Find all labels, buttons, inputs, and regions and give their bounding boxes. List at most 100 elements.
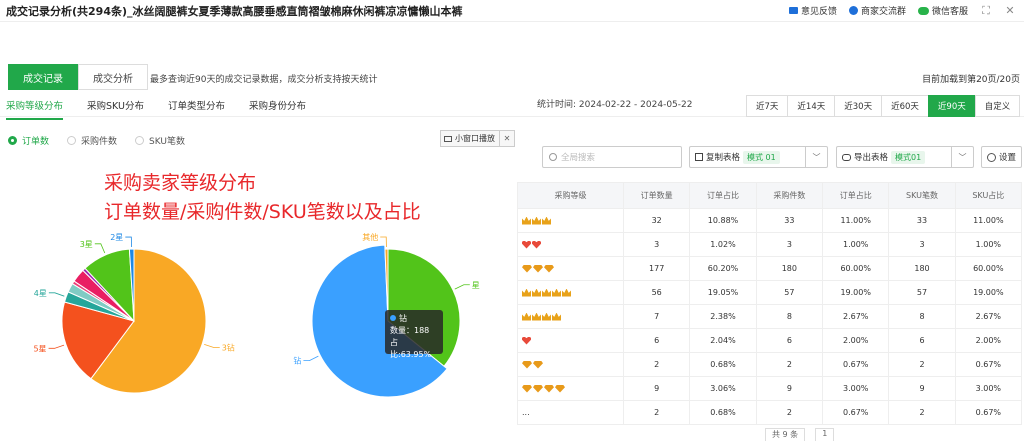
table-cell: 2.00%: [822, 328, 890, 353]
range-14-days[interactable]: 近14天: [787, 95, 836, 117]
table-row[interactable]: 7 2.38% 8 2.67% 8 2.67%: [517, 304, 1023, 329]
header-sku-count[interactable]: SKU笔数: [888, 182, 956, 209]
wechat-service-link[interactable]: 微信客服: [917, 4, 968, 17]
header-level[interactable]: 采购等级: [517, 182, 624, 209]
diamond-icon: [522, 264, 532, 273]
table-cell: 0.67%: [954, 400, 1023, 425]
table-cell: 180: [755, 256, 824, 281]
heart-icon: [532, 240, 541, 249]
table-cell: 0.67%: [954, 352, 1023, 377]
settings-label: 设置: [999, 153, 1017, 163]
fullscreen-icon[interactable]: ⛶: [980, 4, 992, 17]
table-cell: 2: [622, 352, 691, 377]
table-row[interactable]: 9 3.06% 9 3.00% 9 3.00%: [517, 376, 1023, 401]
table-cell: 2.67%: [822, 304, 890, 329]
level-cell: [517, 208, 624, 233]
title-bar: 成交记录分析(共294条)_冰丝阔腿裤女夏季薄款高腰垂感直筒褶皱棉麻休闲裤凉凉慵…: [0, 0, 1024, 22]
table-row[interactable]: 6 2.04% 6 2.00% 6 2.00%: [517, 328, 1023, 353]
chevron-down-icon[interactable]: ﹀: [951, 147, 973, 167]
table-cell: 1.00%: [954, 232, 1023, 257]
table-cell: 33: [888, 208, 956, 233]
level-cell: [517, 280, 624, 305]
table-cell: 19.00%: [822, 280, 890, 305]
table-cell: 19.05%: [689, 280, 757, 305]
table-cell: 19.00%: [954, 280, 1023, 305]
tab-transaction-records[interactable]: 成交记录: [8, 64, 78, 90]
table-row[interactable]: ... 2 0.68% 2 0.67% 2 0.67%: [517, 400, 1023, 425]
search-placeholder: 全局搜索: [561, 153, 596, 163]
export-table-button[interactable]: 导出表格 模式01: [837, 147, 930, 167]
crown-icon: [542, 216, 551, 225]
table-cell: 2.00%: [954, 328, 1023, 353]
settings-button[interactable]: 设置: [981, 146, 1022, 168]
table-cell: 11.00%: [954, 208, 1023, 233]
global-search-input[interactable]: 全局搜索: [542, 146, 682, 168]
table-cell: 2: [622, 400, 691, 425]
pie-label: 星: [472, 281, 480, 290]
crown-icon: [562, 288, 571, 297]
radio-sku-count[interactable]: SKU笔数: [135, 134, 185, 147]
export-mode-badge: 模式01: [891, 150, 926, 164]
radio-order-count[interactable]: 订单数: [8, 134, 49, 147]
pie-label-line: [48, 292, 65, 297]
table-cell: 8: [755, 304, 824, 329]
table-cell: 60.20%: [689, 256, 757, 281]
copy-table-button[interactable]: 复制表格 模式 01: [690, 147, 785, 167]
diamond-icon: [522, 384, 532, 393]
mini-window-button[interactable]: 小窗口播放: [441, 131, 500, 146]
table-row[interactable]: 3 1.02% 3 1.00% 3 1.00%: [517, 232, 1023, 257]
pager-page[interactable]: 1: [815, 428, 835, 441]
tab-transaction-analysis[interactable]: 成交分析: [78, 64, 148, 90]
table-cell: 2: [755, 352, 824, 377]
pie-label: 其他: [362, 232, 378, 242]
group-icon: [848, 6, 858, 15]
pie-label-line: [204, 343, 220, 348]
table-cell: 2.67%: [954, 304, 1023, 329]
pie-label-line: [303, 355, 319, 362]
settings-button-inner: 设置: [982, 147, 1021, 167]
tooltip-ratio: 占比:63.95%: [390, 338, 432, 359]
range-60-days[interactable]: 近60天: [881, 95, 929, 117]
table-row[interactable]: 177 60.20% 180 60.00% 180 60.00%: [517, 256, 1023, 281]
header-sku-ratio[interactable]: SKU占比: [954, 182, 1023, 209]
table-cell: 0.68%: [689, 400, 757, 425]
headline-line1: 采购卖家等级分布: [104, 172, 257, 194]
table-row[interactable]: 56 19.05% 57 19.00% 57 19.00%: [517, 280, 1023, 305]
copy-icon: [695, 153, 703, 161]
table-row[interactable]: 32 10.88% 33 11.00% 33 11.00%: [517, 208, 1023, 233]
header-order-ratio[interactable]: 订单占比: [689, 182, 757, 209]
feedback-link[interactable]: 意见反馈: [788, 4, 837, 17]
level-cell: [517, 328, 624, 353]
chevron-down-icon[interactable]: ﹀: [805, 147, 827, 167]
close-icon[interactable]: ✕: [1004, 4, 1016, 17]
date-range-selector: 近7天 近14天 近30天 近60天 近90天 自定义: [746, 95, 1021, 117]
crown-icon: [532, 312, 541, 321]
header-qty-ratio[interactable]: 订单占比: [822, 182, 890, 209]
header-purchase-qty[interactable]: 采购件数: [755, 182, 824, 209]
crown-icon: [542, 312, 551, 321]
headline-line2: 订单数量/采购件数/SKU笔数以及占比: [104, 201, 421, 223]
stat-time: 统计时间: 2024-02-22 - 2024-05-22: [537, 100, 693, 110]
table-cell: 3.06%: [689, 376, 757, 401]
merchant-group-link[interactable]: 商家交流群: [848, 4, 906, 17]
wechat-icon: [917, 6, 929, 15]
pie-label-line: [94, 243, 106, 254]
table-cell: 6: [622, 328, 691, 353]
level-cell: [517, 232, 624, 257]
copy-table-label: 复制表格: [706, 153, 741, 163]
cloud-download-icon: [842, 153, 851, 161]
heart-icon: [522, 336, 531, 345]
diamond-icon: [533, 384, 543, 393]
radio-purchase-quantity[interactable]: 采购件数: [67, 134, 117, 147]
close-mini-window-icon[interactable]: ✕: [500, 134, 514, 143]
pie-label-line: [48, 344, 65, 349]
range-90-days[interactable]: 近90天: [927, 95, 976, 117]
table-row[interactable]: 2 0.68% 2 0.67% 2 0.67%: [517, 352, 1023, 377]
diamond-icon: [522, 360, 532, 369]
range-30-days[interactable]: 近30天: [834, 95, 883, 117]
range-custom[interactable]: 自定义: [974, 95, 1021, 117]
range-7-days[interactable]: 近7天: [746, 95, 789, 117]
crown-icon: [552, 312, 561, 321]
header-order-count[interactable]: 订单数量: [622, 182, 691, 209]
table-cell: 33: [755, 208, 824, 233]
